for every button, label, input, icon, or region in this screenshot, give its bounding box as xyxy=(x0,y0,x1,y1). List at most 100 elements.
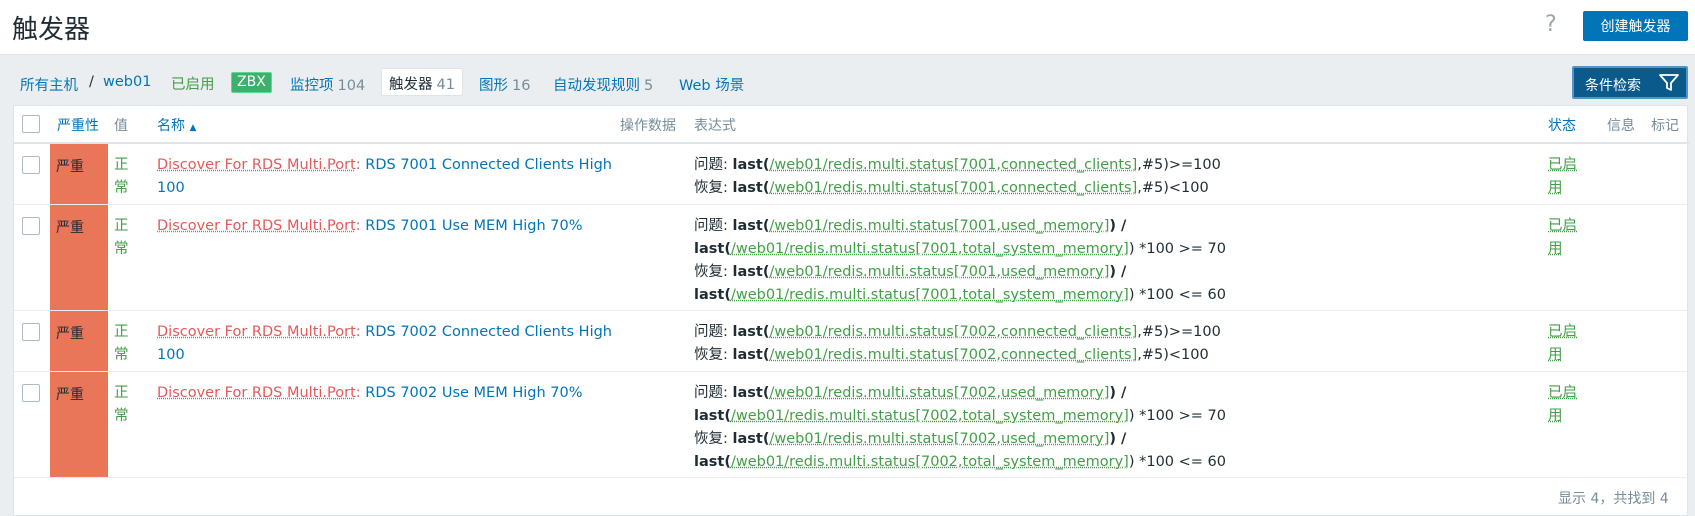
expr-item-link[interactable]: /web01/redis.multi.status[7002,used_memo… xyxy=(769,431,1109,447)
recovery-label: 恢复: xyxy=(694,431,733,447)
row-checkbox[interactable] xyxy=(22,384,40,402)
trigger-name: Discover For RDS Multi.Port: RDS 7001 Co… xyxy=(157,154,617,200)
tab-web-scenarios[interactable]: Web 场景 xyxy=(679,74,744,95)
recovery-label: 恢复: xyxy=(694,264,733,280)
expr-item-link[interactable]: /web01/redis.multi.status[7002,used_memo… xyxy=(769,385,1109,401)
expr-item-link[interactable]: /web01/redis.multi.status[7001,total_sys… xyxy=(731,241,1129,257)
trigger-link[interactable]: RDS 7002 Use MEM High 70% xyxy=(365,385,582,401)
expr-function: last( xyxy=(732,431,770,447)
tab-triggers-label: 触发器 xyxy=(389,77,433,93)
tab-graphs[interactable]: 图形 16 xyxy=(479,74,530,95)
expr-operator: ) / xyxy=(1109,264,1127,280)
expr-item-link[interactable]: /web01/redis.multi.status[7002,total_sys… xyxy=(731,454,1129,470)
expr-item-link[interactable]: /web01/redis.multi.status[7001,used_memo… xyxy=(769,264,1109,280)
value-cell: 正常 xyxy=(114,218,129,257)
expr-tail: ) *100 <= 60 xyxy=(1128,287,1226,303)
column-name-label: 名称 xyxy=(157,118,185,134)
problem-label: 问题: xyxy=(694,218,733,234)
tab-graphs-label: 图形 xyxy=(479,78,508,94)
expr-tail: ,#5)<100 xyxy=(1137,347,1209,363)
breadcrumb-host[interactable]: web01 xyxy=(103,74,151,90)
discovery-rule-link[interactable]: Discover For RDS Multi.Port xyxy=(157,324,356,340)
tab-discovery-rules[interactable]: 自动发现规则 5 xyxy=(553,74,653,95)
help-icon[interactable]: ? xyxy=(1545,12,1557,37)
filter-icon xyxy=(1659,74,1679,91)
trigger-link[interactable]: RDS 7001 Use MEM High 70% xyxy=(365,218,582,234)
expr-item-link[interactable]: /web01/redis.multi.status[7002,connected… xyxy=(769,347,1137,363)
tab-triggers-count: 41 xyxy=(436,77,455,93)
severity-cell: 严重 xyxy=(50,205,108,310)
discovery-rule-link[interactable]: Discover For RDS Multi.Port xyxy=(157,385,356,401)
expr-function: last( xyxy=(732,218,770,234)
expr-tail: ,#5)<100 xyxy=(1137,180,1209,196)
column-info: 信息 xyxy=(1607,118,1635,134)
expr-tail: ,#5)>=100 xyxy=(1137,157,1221,173)
tab-items-count: 104 xyxy=(337,78,366,94)
column-name[interactable]: 名称 ▲ xyxy=(157,115,196,135)
filter-button-label: 条件检索 xyxy=(1585,78,1641,94)
expr-function: last( xyxy=(732,385,770,401)
expr-item-link[interactable]: /web01/redis.multi.status[7001,connected… xyxy=(769,157,1137,173)
status-toggle[interactable]: 已启用 xyxy=(1548,215,1588,261)
row-checkbox[interactable] xyxy=(22,323,40,341)
discovery-rule-link[interactable]: Discover For RDS Multi.Port xyxy=(157,157,356,173)
expression-cell: 问题: last(/web01/redis.multi.status[7002,… xyxy=(694,321,1544,367)
tab-discovery-label: 自动发现规则 xyxy=(553,78,640,94)
row-checkbox[interactable] xyxy=(22,217,40,235)
severity-cell: 严重 xyxy=(50,372,108,477)
recovery-expression: 恢复: last(/web01/redis.multi.status[7001,… xyxy=(694,261,1544,307)
expr-tail: ) *100 >= 70 xyxy=(1128,241,1226,257)
column-tags: 标记 xyxy=(1651,118,1679,134)
expr-item-link[interactable]: /web01/redis.multi.status[7001,connected… xyxy=(769,180,1137,196)
expr-item-link[interactable]: /web01/redis.multi.status[7001,used_memo… xyxy=(769,218,1109,234)
trigger-name: Discover For RDS Multi.Port: RDS 7002 Us… xyxy=(157,382,617,405)
problem-label: 问题: xyxy=(694,324,733,340)
column-status[interactable]: 状态 xyxy=(1548,115,1576,135)
select-all-checkbox[interactable] xyxy=(22,115,40,133)
name-colon: : xyxy=(355,157,361,173)
name-colon: : xyxy=(355,385,361,401)
host-navigation: 所有主机 / web01 已启用 ZBX 监控项 104 触发器 41 图形 16 自… xyxy=(0,56,1695,104)
tab-triggers[interactable]: 触发器 41 xyxy=(381,68,463,96)
expr-function: last( xyxy=(694,454,731,470)
create-trigger-button[interactable]: 创建触发器 xyxy=(1583,11,1688,41)
row-checkbox[interactable] xyxy=(22,156,40,174)
recovery-label: 恢复: xyxy=(694,180,733,196)
table-row: 严重 正常 Discover For RDS Multi.Port: RDS 7… xyxy=(14,311,1689,372)
table-row: 严重 正常 Discover For RDS Multi.Port: RDS 7… xyxy=(14,372,1689,478)
expr-tail: ) *100 <= 60 xyxy=(1128,454,1226,470)
status-toggle[interactable]: 已启用 xyxy=(1548,154,1588,200)
problem-label: 问题: xyxy=(694,385,733,401)
status-toggle[interactable]: 已启用 xyxy=(1548,321,1588,367)
discovery-rule-link[interactable]: Discover For RDS Multi.Port xyxy=(157,218,356,234)
breadcrumb-all-hosts[interactable]: 所有主机 xyxy=(20,74,78,95)
expression-cell: 问题: last(/web01/redis.multi.status[7001,… xyxy=(694,154,1544,200)
tab-items-label: 监控项 xyxy=(290,78,334,94)
column-severity[interactable]: 严重性 xyxy=(57,115,99,135)
column-value: 值 xyxy=(114,118,128,134)
value-cell: 正常 xyxy=(114,385,129,424)
column-expression: 表达式 xyxy=(694,118,736,134)
severity-cell: 严重 xyxy=(50,144,108,204)
expr-function: last( xyxy=(732,264,770,280)
recovery-label: 恢复: xyxy=(694,347,733,363)
expr-operator: ) / xyxy=(1109,218,1127,234)
host-status-enabled[interactable]: 已启用 xyxy=(171,73,215,94)
expression-cell: 问题: last(/web01/redis.multi.status[7001,… xyxy=(694,215,1544,307)
status-toggle[interactable]: 已启用 xyxy=(1548,382,1588,428)
trigger-name: Discover For RDS Multi.Port: RDS 7001 Us… xyxy=(157,215,617,238)
column-operational-data: 操作数据 xyxy=(620,118,676,134)
filter-button[interactable]: 条件检索 xyxy=(1572,66,1688,99)
expr-tail: ) *100 >= 70 xyxy=(1128,408,1226,424)
expr-function: last( xyxy=(694,287,731,303)
tab-discovery-count: 5 xyxy=(644,78,654,94)
expr-item-link[interactable]: /web01/redis.multi.status[7001,total_sys… xyxy=(731,287,1129,303)
severity-cell: 严重 xyxy=(50,311,108,371)
tab-items[interactable]: 监控项 104 xyxy=(290,74,365,95)
expr-item-link[interactable]: /web01/redis.multi.status[7002,total_sys… xyxy=(731,408,1129,424)
expr-operator: ) / xyxy=(1109,385,1127,401)
page-header: 触发器 ? 创建触发器 xyxy=(0,0,1695,55)
expr-item-link[interactable]: /web01/redis.multi.status[7002,connected… xyxy=(769,324,1137,340)
expr-tail: ,#5)>=100 xyxy=(1137,324,1221,340)
recovery-expression: 恢复: last(/web01/redis.multi.status[7002,… xyxy=(694,428,1544,474)
